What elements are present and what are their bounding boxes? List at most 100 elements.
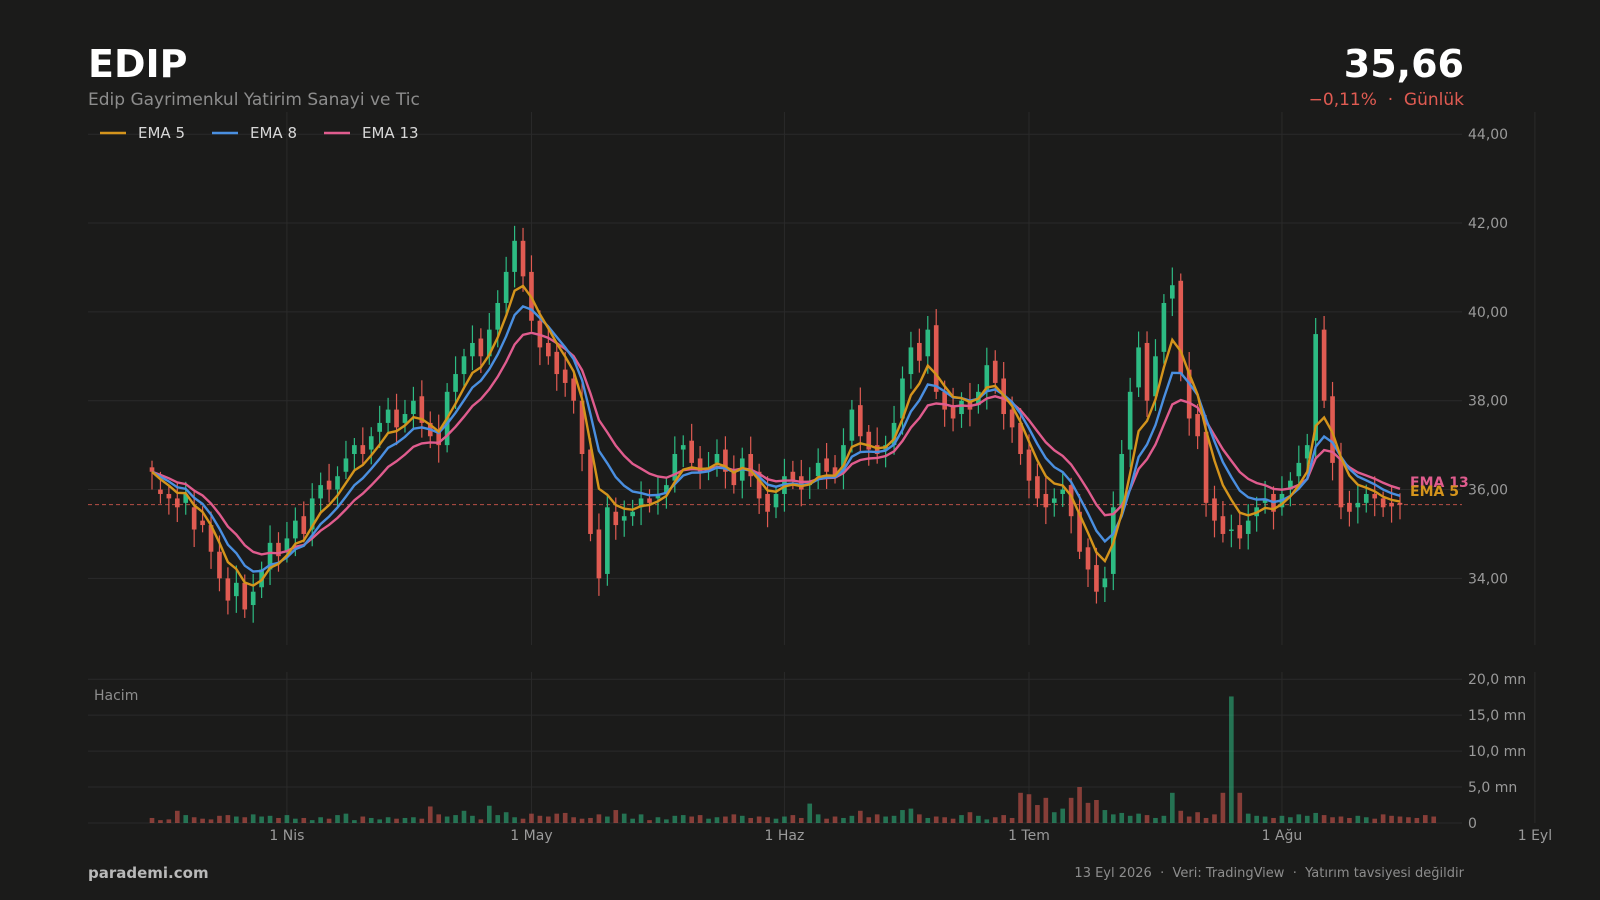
- candle-body: [1043, 493, 1049, 508]
- volume-bar: [1018, 792, 1023, 823]
- volume-bar: [453, 815, 458, 823]
- candle-body: [1321, 329, 1327, 401]
- candle-body: [174, 498, 180, 508]
- candle-body: [1203, 431, 1209, 503]
- volume-bar: [1330, 817, 1335, 823]
- volume-bar: [1372, 818, 1378, 823]
- volume-bar: [739, 815, 745, 823]
- volume-bar: [866, 817, 872, 823]
- candle-body: [149, 467, 155, 472]
- candle-body: [1372, 493, 1378, 499]
- month-tick-label: 1 Nis: [269, 828, 304, 844]
- volume-bar: [605, 816, 610, 823]
- volume-bar: [158, 820, 163, 823]
- volume-bar: [697, 815, 703, 823]
- candle-body: [1389, 502, 1394, 507]
- price-tick-label: 34,00: [1468, 571, 1508, 587]
- candle-body: [352, 445, 357, 455]
- volume-bar: [925, 817, 931, 823]
- volume-bar: [512, 817, 517, 823]
- volume-bar: [427, 806, 433, 823]
- volume-bar: [318, 817, 323, 823]
- volume-bar: [149, 817, 155, 823]
- volume-bar: [874, 814, 880, 823]
- candle-body: [318, 485, 323, 499]
- volume-bar: [1389, 815, 1394, 823]
- candle-body: [191, 507, 197, 530]
- month-tick-label: 1 May: [510, 828, 552, 844]
- volume-bar: [841, 817, 846, 823]
- volume-bar: [917, 814, 922, 823]
- candle-body: [503, 271, 509, 303]
- volume-bar: [579, 818, 585, 823]
- volume-bar: [815, 814, 821, 823]
- candle-body: [546, 342, 551, 357]
- volume-bar: [1060, 808, 1066, 823]
- volume-bar: [326, 818, 332, 823]
- volume-bar: [1338, 816, 1344, 823]
- volume-bar: [672, 815, 678, 823]
- volume-bar: [368, 817, 374, 823]
- candle-body: [293, 520, 298, 539]
- volume-bar: [1195, 812, 1200, 823]
- volume-bar: [714, 817, 720, 823]
- candle-body: [596, 529, 602, 579]
- candle-body: [714, 454, 720, 463]
- volume-bar: [933, 816, 939, 823]
- price-tick-label: 40,00: [1468, 305, 1508, 321]
- volume-bar: [208, 819, 214, 823]
- volume-bar: [360, 816, 366, 823]
- volume-bar: [984, 819, 990, 823]
- candle-body: [588, 449, 593, 534]
- candle-body: [1161, 302, 1167, 352]
- candle-body: [1296, 462, 1302, 477]
- candle-body: [470, 342, 475, 357]
- candle-body: [992, 360, 998, 383]
- volume-bar: [377, 819, 382, 823]
- candle-body: [1237, 525, 1243, 539]
- volume-bar: [807, 803, 813, 823]
- volume-bar: [1321, 815, 1327, 823]
- candle-body: [335, 476, 340, 490]
- brand-logo-text[interactable]: parademi.com: [88, 864, 209, 882]
- volume-bar: [689, 816, 694, 823]
- volume-bar: [242, 817, 248, 823]
- volume-bar: [470, 815, 475, 823]
- volume-bar: [1178, 810, 1184, 823]
- volume-bar: [900, 810, 905, 823]
- volume-bar: [276, 817, 281, 823]
- volume-bar: [849, 815, 855, 823]
- volume-bar: [402, 817, 408, 823]
- candle-body: [1102, 578, 1108, 588]
- candle-body: [680, 445, 686, 450]
- volume-bar: [655, 817, 661, 823]
- candle-body: [1229, 529, 1234, 532]
- ema8-line: [151, 305, 1401, 573]
- candle-body: [495, 302, 501, 330]
- month-tick-label: 1 Tem: [1008, 828, 1050, 844]
- candle-body: [1347, 502, 1352, 512]
- volume-bar: [1161, 815, 1167, 823]
- ema-end-label: EMA 5: [1410, 484, 1459, 500]
- footer-source: Veri: TradingView: [1172, 866, 1285, 881]
- volume-bar: [1245, 813, 1251, 823]
- price-tick-label: 38,00: [1468, 394, 1508, 410]
- volume-bar: [1279, 815, 1285, 823]
- candle-body: [1035, 476, 1040, 499]
- volume-bar: [1304, 815, 1310, 823]
- volume-bar: [1288, 817, 1293, 823]
- footer-info: 13 Eyl 2026 · Veri: TradingView · Yatırı…: [1074, 866, 1464, 881]
- volume-bar: [546, 816, 551, 823]
- candle-body: [1397, 502, 1403, 505]
- volume-bar: [613, 810, 619, 823]
- volume-bar: [419, 818, 425, 823]
- candle-body: [301, 516, 307, 534]
- volume-bar: [1254, 815, 1259, 823]
- volume-bar: [200, 818, 205, 823]
- candle-body: [1212, 498, 1217, 521]
- volume-bar: [950, 818, 956, 823]
- volume-bar: [621, 813, 627, 823]
- volume-bar: [1009, 817, 1015, 823]
- candle-body: [849, 409, 855, 441]
- volume-bar: [554, 813, 560, 823]
